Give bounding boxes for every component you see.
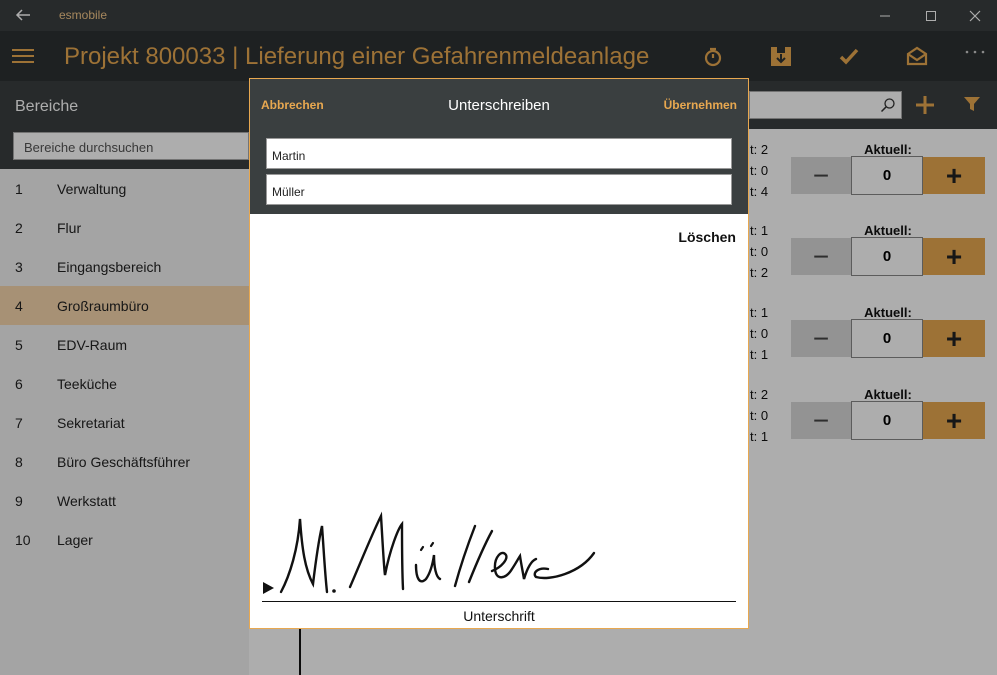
signature-label: Unterschrift [463, 608, 535, 624]
signature-dialog: Abbrechen Unterschreiben Übernehmen Mart… [249, 78, 749, 629]
signature-canvas[interactable] [250, 79, 748, 628]
signature-start-marker-icon [263, 582, 274, 594]
signature-baseline [262, 601, 736, 602]
